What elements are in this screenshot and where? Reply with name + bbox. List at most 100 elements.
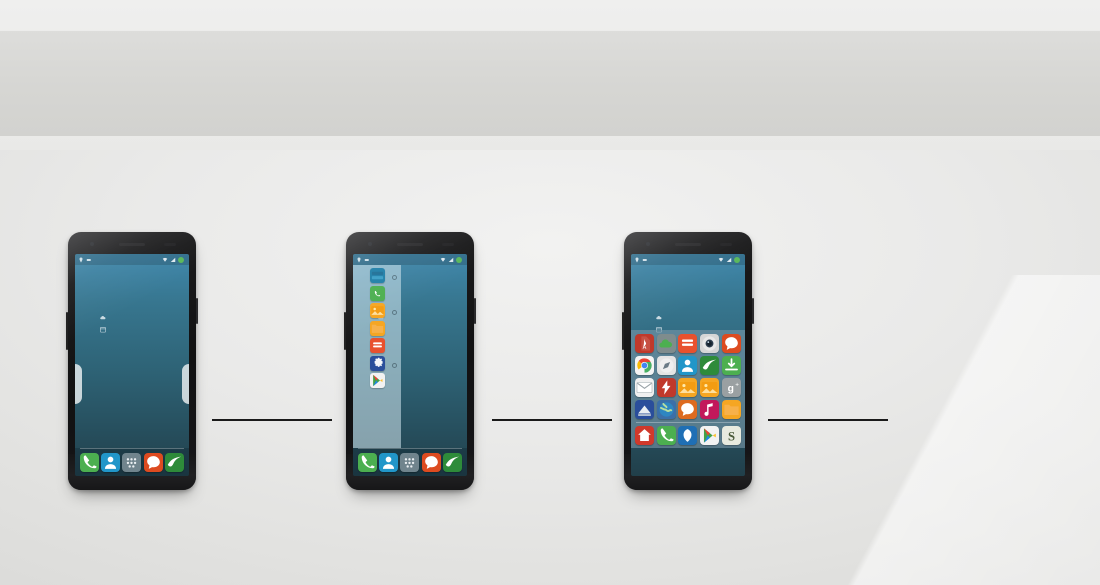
caption-sidebars: [212, 415, 342, 421]
dock: [353, 448, 467, 476]
grid-drive[interactable]: [656, 334, 676, 353]
gallery-icon: [369, 303, 385, 318]
power-button[interactable]: [474, 298, 476, 324]
caption-rule: [492, 419, 612, 421]
calculator-icon: [369, 338, 385, 353]
usb-icon: [86, 258, 91, 261]
dock-contacts[interactable]: [379, 452, 399, 472]
grid-folder[interactable]: [721, 400, 741, 419]
weather-week-row: [99, 326, 110, 333]
status-left-icons: [634, 257, 648, 263]
screen[interactable]: Ag + S: [631, 254, 745, 476]
grid-camera[interactable]: [700, 334, 720, 353]
dock-browser[interactable]: [442, 452, 462, 472]
earpiece: [397, 243, 423, 246]
volume-button[interactable]: [66, 312, 68, 350]
sidebar-handle-right[interactable]: [182, 364, 189, 404]
sidebar-item-play-store[interactable]: [353, 373, 401, 390]
grid-play-store[interactable]: [700, 426, 720, 445]
grid-google-plus[interactable]: g +: [721, 378, 741, 397]
wifi-icon: [718, 257, 724, 262]
grid-phone[interactable]: [656, 426, 676, 445]
status-right-icons: [162, 256, 186, 263]
sidebar-item-indicator: [392, 275, 397, 280]
sidebar-panel[interactable]: [353, 265, 401, 448]
power-button[interactable]: [752, 298, 754, 324]
grid-earth[interactable]: [656, 400, 676, 419]
grid-gallery[interactable]: [678, 378, 698, 397]
weather-temp-row: [655, 314, 666, 321]
weather-temp-row: [99, 314, 110, 321]
sidebar-item-eigene-dateien[interactable]: [353, 320, 401, 338]
grid-email[interactable]: [635, 378, 655, 397]
phone-sidebars: [344, 232, 476, 490]
grid-downloads[interactable]: [721, 356, 741, 375]
grid-row: g +: [634, 378, 742, 397]
grid-home[interactable]: [635, 426, 655, 445]
power-button[interactable]: [196, 298, 198, 324]
location-icon: [79, 257, 83, 262]
grid-panel[interactable]: Ag + S: [631, 330, 745, 448]
folder-icon: [369, 320, 385, 336]
usb-icon: [642, 258, 647, 261]
dock-phone[interactable]: [80, 452, 100, 472]
grid-pdf[interactable]: A: [635, 334, 655, 353]
grid-flash[interactable]: [656, 378, 676, 397]
grid-calculator[interactable]: [678, 334, 698, 353]
dock: [75, 448, 189, 476]
volume-button[interactable]: [344, 312, 346, 350]
sidebar-item-einstellungen[interactable]: [353, 355, 401, 373]
svg-text:+: +: [735, 382, 739, 389]
grid-compass[interactable]: [656, 356, 676, 375]
dock-app-drawer[interactable]: [400, 452, 420, 472]
grid-contacts[interactable]: [678, 356, 698, 375]
clock-widget[interactable]: [91, 306, 110, 333]
grid-twitter[interactable]: [678, 426, 698, 445]
dock-browser[interactable]: [164, 452, 184, 472]
feature-banner-row-2: [0, 83, 1100, 136]
signal-icon: [170, 257, 176, 262]
grid-music[interactable]: [700, 400, 720, 419]
sidebar-item-galerie[interactable]: [353, 303, 401, 320]
grid-news[interactable]: [635, 400, 655, 419]
grid-chrome[interactable]: [635, 356, 655, 375]
grid-s-app[interactable]: S: [721, 426, 741, 445]
grid-browser[interactable]: [700, 356, 720, 375]
svg-text:S: S: [728, 429, 735, 443]
calendar-icon: [100, 327, 106, 333]
screen[interactable]: [75, 254, 189, 476]
status-right-icons: [718, 256, 742, 263]
front-camera-icon: [646, 242, 650, 246]
screen[interactable]: [353, 254, 467, 476]
grid-hangouts[interactable]: [678, 400, 698, 419]
dock-contacts[interactable]: [101, 452, 121, 472]
grid-gallery-2[interactable]: [700, 378, 720, 397]
status-left-icons: [356, 257, 370, 263]
sidebar-item-rechner[interactable]: [353, 338, 401, 355]
grid-row: A: [634, 334, 742, 353]
cloud-icon: [100, 315, 106, 320]
sidebar-item-whatsapp[interactable]: [353, 285, 401, 303]
dock-messaging[interactable]: [143, 452, 163, 472]
sidebar-item-indicator: [392, 362, 397, 368]
clock-widget[interactable]: [647, 306, 666, 333]
front-camera-icon: [368, 242, 372, 246]
caption-styles: [768, 415, 898, 421]
caption-rule: [768, 419, 888, 421]
sidebar-item-indicator: [392, 310, 397, 315]
status-bar: [353, 254, 467, 265]
weather-widget[interactable]: [99, 314, 110, 333]
dock-messaging[interactable]: [421, 452, 441, 472]
whatsapp-icon: [369, 285, 385, 301]
sensor-strip: [720, 243, 732, 246]
volume-button[interactable]: [622, 312, 624, 350]
battery-icon: [178, 256, 184, 263]
dock-phone[interactable]: [358, 452, 378, 472]
dock-app-drawer[interactable]: [122, 452, 142, 472]
sensor-strip: [442, 243, 454, 246]
sidebar-item-sidecontrol[interactable]: [353, 268, 401, 285]
sidebar-handle-left[interactable]: [75, 364, 82, 404]
wifi-icon: [162, 257, 168, 262]
battery-icon: [456, 256, 462, 263]
grid-messaging[interactable]: [721, 334, 741, 353]
